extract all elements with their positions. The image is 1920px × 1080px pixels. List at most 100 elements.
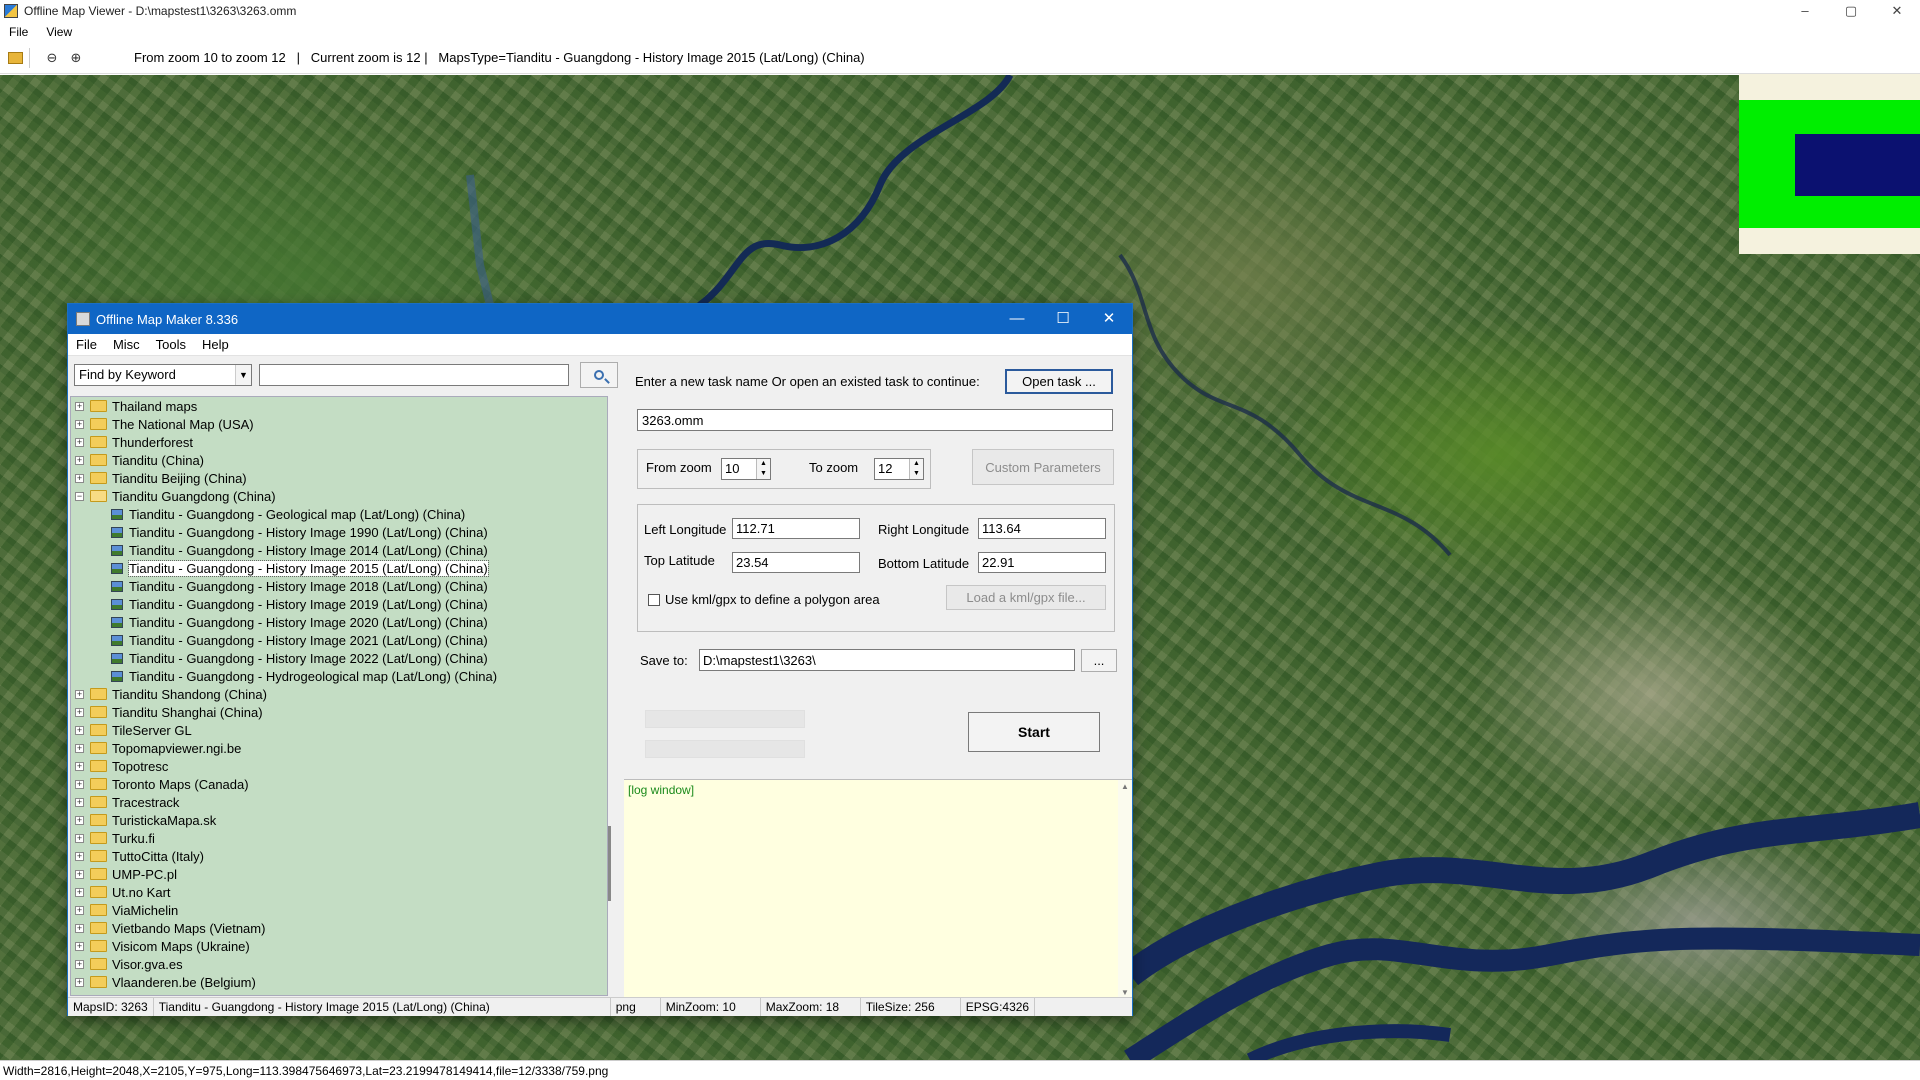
search-button[interactable] — [580, 362, 618, 388]
expand-icon[interactable]: + — [75, 923, 84, 933]
tree-map-item[interactable]: Tianditu - Guangdong - History Image 201… — [71, 559, 607, 577]
tree-folder-item[interactable]: + ViaMichelin — [71, 901, 607, 919]
expand-icon[interactable]: + — [75, 887, 84, 897]
tree-folder-item[interactable]: + Visor.gva.es — [71, 955, 607, 973]
expand-icon[interactable]: + — [75, 761, 84, 771]
menu-help[interactable]: Help — [194, 337, 237, 352]
tree-map-item[interactable]: Tianditu - Guangdong - History Image 199… — [71, 523, 607, 541]
kml-polygon-checkbox[interactable] — [648, 594, 660, 606]
tree-folder-item[interactable]: + TileServer GL — [71, 721, 607, 739]
collapse-icon[interactable]: − — [75, 491, 84, 501]
folder-icon — [90, 760, 107, 772]
tree-map-item[interactable]: Tianditu - Guangdong - History Image 201… — [71, 577, 607, 595]
expand-icon[interactable]: + — [75, 797, 84, 807]
close-icon[interactable]: ✕ — [1086, 304, 1132, 334]
expand-icon[interactable]: + — [75, 437, 84, 447]
tree-map-item[interactable]: Tianditu - Guangdong - History Image 202… — [71, 649, 607, 667]
bottom-latitude-input[interactable] — [978, 552, 1106, 573]
right-longitude-input[interactable] — [978, 518, 1106, 539]
zoom-out-icon[interactable]: ⊖ — [44, 50, 60, 66]
from-zoom-stepper[interactable]: 10 ▲ ▼ — [721, 458, 771, 480]
menu-view[interactable]: View — [37, 25, 81, 39]
log-scrollbar[interactable]: ▲ ▼ — [1118, 780, 1132, 1002]
tree-folder-item[interactable]: − Tianditu Guangdong (China) — [71, 487, 607, 505]
minimize-icon[interactable]: — — [994, 304, 1040, 334]
expand-icon[interactable]: + — [75, 725, 84, 735]
tree-folder-item[interactable]: + The National Map (USA) — [71, 415, 607, 433]
left-longitude-input[interactable] — [732, 518, 860, 539]
minimize-icon[interactable]: – — [1782, 0, 1828, 22]
tree-folder-item[interactable]: + Vlaanderen.be (Belgium) — [71, 973, 607, 991]
top-latitude-input[interactable] — [732, 552, 860, 573]
tree-map-item[interactable]: Tianditu - Guangdong - History Image 202… — [71, 631, 607, 649]
tree-map-item[interactable]: Tianditu - Guangdong - History Image 202… — [71, 613, 607, 631]
expand-icon[interactable]: + — [75, 869, 84, 879]
find-mode-select[interactable]: Find by Keyword ▼ — [74, 364, 252, 386]
expand-icon[interactable]: + — [75, 419, 84, 429]
menu-tools[interactable]: Tools — [148, 337, 194, 352]
tree-folder-item[interactable]: + Tianditu Beijing (China) — [71, 469, 607, 487]
spin-arrows-icon[interactable]: ▲ ▼ — [909, 459, 923, 479]
map-source-pane: Find by Keyword ▼ + Thailand maps + The Nat… — [68, 356, 618, 1001]
custom-parameters-button[interactable]: Custom Parameters — [972, 449, 1114, 485]
maximize-icon[interactable]: ▢ — [1828, 0, 1874, 22]
expand-icon[interactable]: + — [75, 473, 84, 483]
open-task-button[interactable]: Open task ... — [1005, 369, 1113, 394]
open-folder-icon[interactable] — [8, 51, 23, 64]
tree-scrollbar-thumb[interactable] — [608, 826, 611, 901]
menu-file[interactable]: File — [68, 337, 105, 352]
expand-icon[interactable]: + — [75, 455, 84, 465]
tree-folder-item[interactable]: + TuttoCitta (Italy) — [71, 847, 607, 865]
tree-folder-item[interactable]: + Tianditu Shandong (China) — [71, 685, 607, 703]
zoom-in-icon[interactable]: ⊕ — [68, 50, 84, 66]
tree-folder-item[interactable]: + Ut.no Kart — [71, 883, 607, 901]
tree-folder-item[interactable]: + Tianditu (China) — [71, 451, 607, 469]
menu-file[interactable]: File — [0, 25, 37, 39]
expand-icon[interactable]: + — [75, 815, 84, 825]
tree-folder-item[interactable]: + TuristickaMapa.sk — [71, 811, 607, 829]
tree-map-item[interactable]: Tianditu - Guangdong - History Image 201… — [71, 541, 607, 559]
scroll-up-icon[interactable]: ▲ — [1118, 782, 1132, 794]
expand-icon[interactable]: + — [75, 707, 84, 717]
maximize-icon[interactable]: ☐ — [1040, 304, 1086, 334]
expand-icon[interactable]: + — [75, 401, 84, 411]
minimap[interactable] — [1739, 74, 1920, 254]
tree-folder-item[interactable]: + Topotresc — [71, 757, 607, 775]
tree-folder-item[interactable]: + Thunderforest — [71, 433, 607, 451]
tree-folder-item[interactable]: + Tianditu Shanghai (China) — [71, 703, 607, 721]
start-button[interactable]: Start — [968, 712, 1100, 752]
expand-icon[interactable]: + — [75, 689, 84, 699]
map-source-tree[interactable]: + Thailand maps + The National Map (USA) + Th… — [70, 396, 608, 996]
tree-folder-item[interactable]: + Vietbando Maps (Vietnam) — [71, 919, 607, 937]
menu-misc[interactable]: Misc — [105, 337, 148, 352]
tree-folder-item[interactable]: + UMP-PC.pl — [71, 865, 607, 883]
map-layer-icon — [111, 562, 123, 574]
expand-icon[interactable]: + — [75, 779, 84, 789]
spin-arrows-icon[interactable]: ▲ ▼ — [756, 459, 770, 479]
tree-folder-item[interactable]: + Turku.fi — [71, 829, 607, 847]
task-name-input[interactable] — [637, 409, 1113, 431]
keyword-search-input[interactable] — [259, 364, 569, 386]
expand-icon[interactable]: + — [75, 851, 84, 861]
expand-icon[interactable]: + — [75, 905, 84, 915]
expand-icon[interactable]: + — [75, 833, 84, 843]
expand-icon[interactable]: + — [75, 977, 84, 987]
tree-scrollbar[interactable] — [608, 396, 614, 996]
expand-icon[interactable]: + — [75, 941, 84, 951]
save-path-input[interactable] — [699, 649, 1075, 671]
tree-folder-item[interactable]: + Toronto Maps (Canada) — [71, 775, 607, 793]
tree-folder-item[interactable]: + Tracestrack — [71, 793, 607, 811]
tree-map-item[interactable]: Tianditu - Guangdong - History Image 201… — [71, 595, 607, 613]
log-window[interactable]: [log window] ▲ ▼ — [624, 779, 1132, 1002]
tree-folder-item[interactable]: + Thailand maps — [71, 397, 607, 415]
expand-icon[interactable]: + — [75, 743, 84, 753]
tree-map-item[interactable]: Tianditu - Guangdong - Geological map (L… — [71, 505, 607, 523]
tree-folder-item[interactable]: + Visicom Maps (Ukraine) — [71, 937, 607, 955]
tree-folder-item[interactable]: + Topomapviewer.ngi.be — [71, 739, 607, 757]
close-icon[interactable]: ✕ — [1874, 0, 1920, 22]
browse-button[interactable]: ... — [1081, 649, 1117, 672]
expand-icon[interactable]: + — [75, 959, 84, 969]
tree-map-item[interactable]: Tianditu - Guangdong - Hydrogeological m… — [71, 667, 607, 685]
load-kml-button[interactable]: Load a kml/gpx file... — [946, 585, 1106, 610]
to-zoom-stepper[interactable]: 12 ▲ ▼ — [874, 458, 924, 480]
